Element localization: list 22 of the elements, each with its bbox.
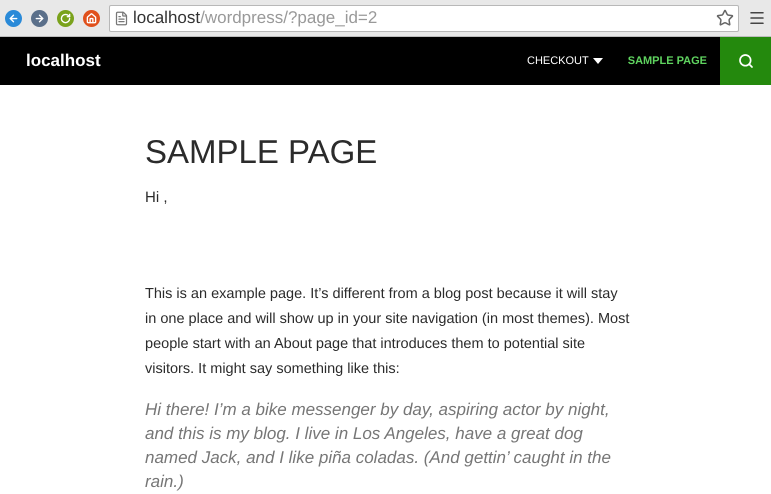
page-title: SAMPLE PAGE [145,132,378,172]
forward-icon [34,12,45,24]
back-button[interactable] [5,10,22,26]
nav-link[interactable]: CHECKOUT [527,52,603,70]
address-bar[interactable]: localhost/wordpress/?page_id=2 [109,4,739,32]
menu-icon[interactable] [748,9,766,27]
address-text: localhost/wordpress/?page_id=2 [133,7,378,30]
reload-button[interactable] [57,10,74,26]
reload-icon [60,12,71,24]
bookmark-star-icon[interactable] [716,9,734,27]
greeting-text: Hi , [145,188,168,208]
back-icon [8,12,19,24]
home-button[interactable] [83,10,100,26]
search-icon [738,53,754,69]
body-paragraph: This is an example page. It’s different from a blog post because it will stay in one place and will show up in your site navigation (in most themes). Most people start with an About page that introduces them to potential site visitors. It might say something like this: [145,284,630,378]
search-button[interactable] [720,37,771,85]
nav-link[interactable]: SAMPLE PAGE [628,52,707,70]
quote-text: Hi there! I’m a bike messenger by day, aspiring actor by night, and this is my blog. I live in Los Angeles, have a great dog named Jack, and I like piña coladas. (And gettin’ caught in the rain.) [145,398,612,492]
site-title[interactable]: localhost [26,48,101,74]
home-icon [86,12,97,24]
forward-button[interactable] [31,10,48,26]
page-icon [114,10,129,26]
